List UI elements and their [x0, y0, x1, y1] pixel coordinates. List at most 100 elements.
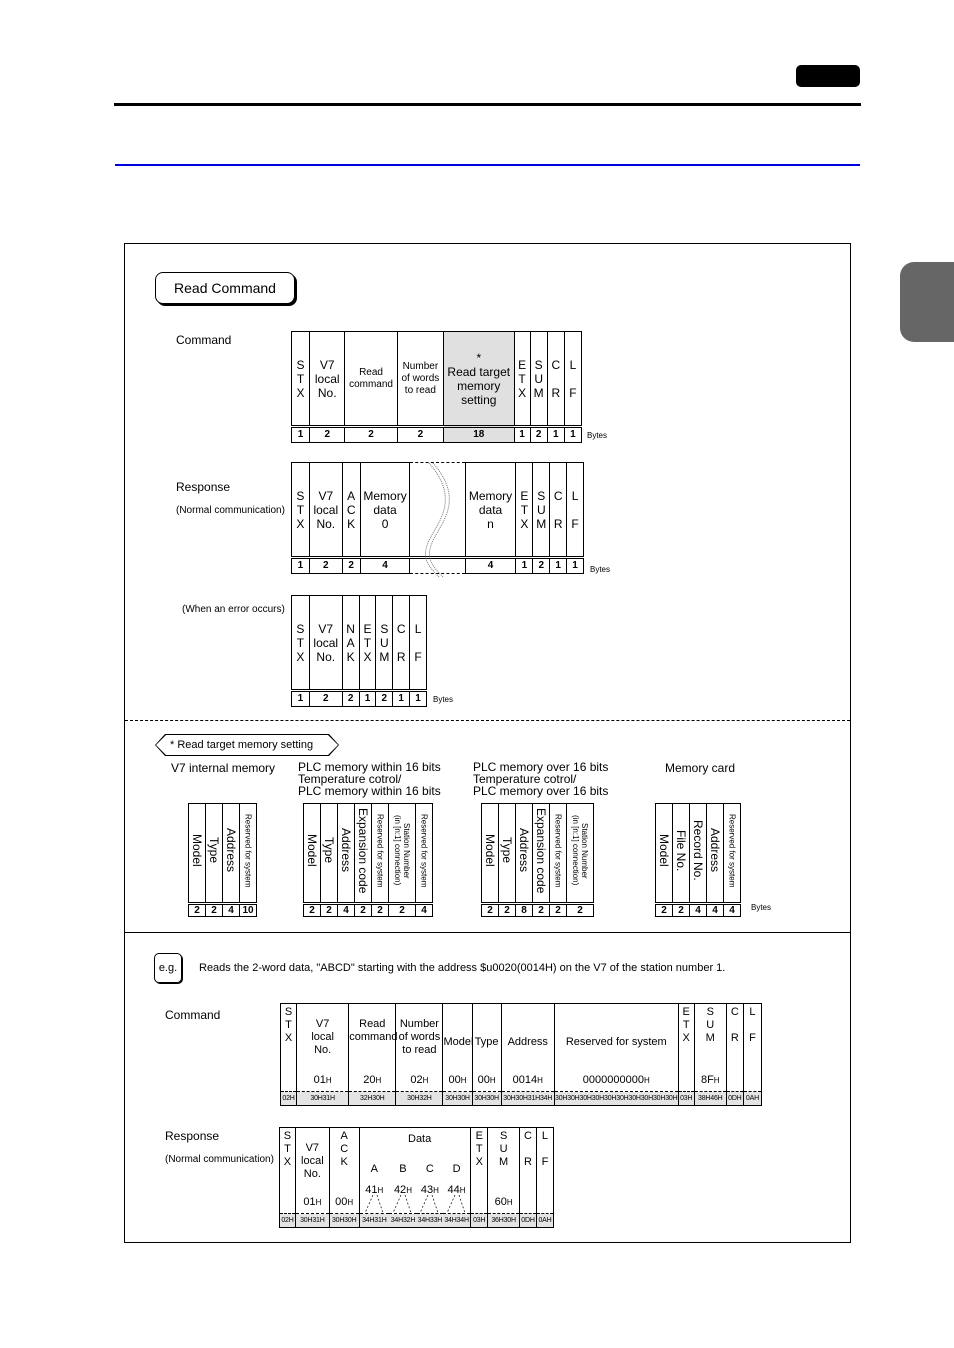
field-bytes: 18	[443, 425, 515, 443]
field-bytes: 2	[303, 902, 321, 917]
memory-field: Reserved for system	[415, 803, 433, 904]
example-field-value: 02H	[410, 1074, 429, 1086]
memory-field-label: Station Number (in [n:1] connection)	[393, 815, 411, 886]
memory-field: Reserved for system	[371, 803, 389, 904]
bytes-unit-label: Bytes	[587, 431, 608, 440]
example-field: Reserved for system 0000000000H	[553, 1003, 679, 1092]
memory-field-label: Model	[483, 834, 497, 867]
example-field-value: 01H	[303, 1196, 322, 1208]
field-bytes: 1	[291, 556, 310, 574]
field-bytes: 2	[341, 689, 360, 707]
example-field-name: Reserved for system	[565, 1036, 667, 1048]
field-bytes: 1	[546, 425, 565, 443]
field-bytes: 1	[409, 689, 427, 707]
frame-field: L F	[566, 462, 584, 558]
example-response-label: Response	[165, 1129, 220, 1143]
frame-field: * Read target memory setting	[443, 331, 515, 427]
data-split-lines	[392, 1194, 412, 1213]
field-bytes: 2	[371, 902, 389, 917]
frame-field: S U M	[529, 331, 548, 427]
frame-field: S T X	[290, 331, 311, 427]
frame-field: S T X	[291, 462, 310, 558]
field-bytes: 10	[239, 902, 257, 917]
example-field: Number of words to read 02H	[395, 1003, 444, 1092]
field-bytes: 1	[513, 425, 531, 443]
example-field: C R	[725, 1003, 744, 1092]
ascii-hex-code: 32H30H	[348, 1091, 397, 1106]
ascii-hex-code: 30H30H	[471, 1091, 502, 1106]
chapter-side-tab	[900, 262, 954, 342]
data-char: A	[370, 1163, 378, 1175]
field-bytes: 2	[529, 425, 548, 443]
example-field-value: 0014H	[512, 1074, 543, 1086]
frame-field: L F	[563, 331, 583, 427]
example-field-value: 00H	[448, 1074, 467, 1086]
example-field-value: 8FH	[700, 1074, 720, 1086]
memory-field-label: Expansion code	[534, 807, 548, 894]
field-bytes: 1	[392, 689, 411, 707]
field-bytes: 1	[290, 425, 311, 443]
v7-internal-memory-table: Model Type Address Reserved for system 2 2 4 10	[188, 803, 257, 917]
example-field: Address 0014H	[500, 1003, 555, 1092]
memory-field: Address	[706, 803, 724, 904]
example-field: L F	[742, 1003, 763, 1092]
field-bytes: 2	[320, 902, 338, 917]
example-field-value: 01H	[313, 1074, 332, 1086]
field-bytes: 4	[415, 902, 433, 917]
example-response-sublabel: (Normal communication)	[165, 1154, 274, 1165]
field-bytes: 2	[188, 902, 206, 917]
example-field-name: S T X	[283, 1130, 292, 1168]
ascii-hex-code: 36H30H	[487, 1213, 521, 1228]
field-bytes: 2	[549, 902, 567, 917]
field-bytes: 2	[205, 902, 223, 917]
memory-field: Record No.	[689, 803, 707, 904]
memory-field: Model	[655, 803, 673, 904]
memory-field: Model	[188, 803, 206, 904]
memory-field-label: Type	[500, 837, 514, 864]
ascii-hex-code: 02H	[279, 1091, 298, 1106]
memory-setting-tag: * Read target memory setting	[156, 735, 338, 755]
memory-field-label: Type	[322, 837, 336, 864]
memory-field: Type	[498, 803, 516, 904]
example-field-name: Read command	[349, 1018, 398, 1043]
data-split-lines	[364, 1194, 383, 1213]
frame-field: S U M	[532, 462, 551, 558]
solid-divider	[125, 932, 850, 933]
field-bytes: 2	[344, 425, 398, 443]
field-bytes: 4	[689, 902, 707, 917]
field-bytes: 2	[672, 902, 690, 917]
memory-field-label: Expansion code	[356, 807, 370, 894]
memory-field: Address	[515, 803, 533, 904]
memory-field-label: Address	[339, 828, 353, 873]
example-field: Type 00H	[471, 1003, 502, 1092]
example-field-value: 00H	[477, 1074, 496, 1086]
page-number-tab	[796, 65, 860, 87]
example-field-name: Model	[443, 1036, 474, 1048]
field-bytes: 8	[515, 902, 533, 917]
example-field: E T X	[470, 1127, 489, 1214]
ascii-hex-code: 0AH	[535, 1213, 555, 1228]
memory-field-label: Station Number (in [n:1] connection)	[571, 815, 589, 886]
response-label: Response	[176, 480, 231, 494]
example-field: E T X	[677, 1003, 695, 1092]
memory-field-label: Reserved for system	[553, 813, 563, 888]
ascii-hex-code: 30H31H	[294, 1213, 330, 1228]
field-bytes: 2	[309, 425, 346, 443]
ascii-hex-code: 30H30H	[328, 1213, 360, 1228]
example-field-name: C R	[730, 1006, 739, 1044]
field-bytes: 2	[375, 689, 394, 707]
error-frame-table: S T X V7 local No. N A KE T XS U MC RL F 1…	[291, 595, 427, 707]
example-field-name: S U M	[705, 1006, 715, 1044]
ascii-hex-code: 02H	[279, 1213, 296, 1228]
example-field-name: Number of words to read	[398, 1018, 441, 1056]
field-bytes: 2	[308, 556, 343, 574]
frame-field: C R	[392, 595, 411, 691]
example-field-name: Type	[474, 1036, 499, 1048]
command-label: Command	[176, 333, 232, 347]
field-bytes: 2	[532, 902, 550, 917]
ascii-hex-code: 34H31H	[358, 1213, 389, 1228]
field-bytes: 1	[515, 556, 534, 574]
frame-field: L F	[409, 595, 427, 691]
field-bytes: 2	[396, 425, 445, 443]
memory-field: Type	[205, 803, 223, 904]
